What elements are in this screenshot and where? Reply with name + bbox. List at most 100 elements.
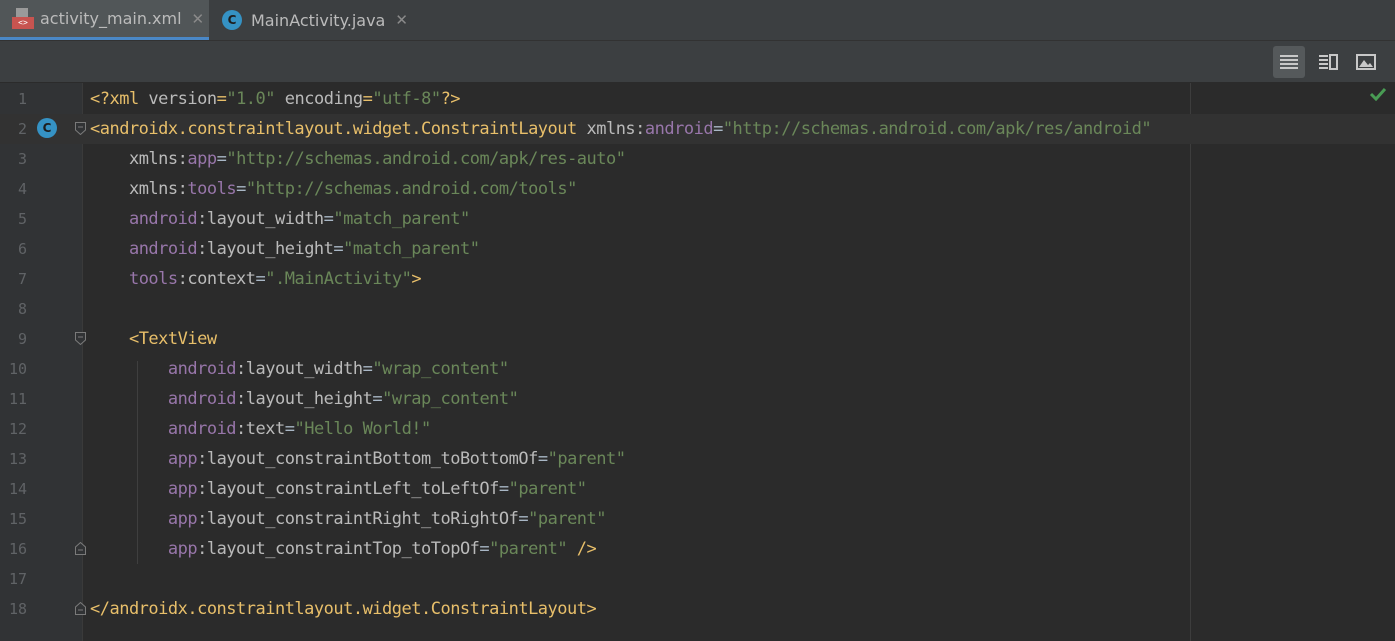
- design-view-icon: [1356, 54, 1376, 70]
- code-text: xmlns:tools="http://schemas.android.com/…: [90, 174, 577, 204]
- code-token: >: [411, 269, 422, 289]
- code-line[interactable]: 1 <?xml version="1.0" encoding="utf-8"?>: [0, 84, 1395, 114]
- code-token: :layout_constraintTop_toTopOf: [197, 539, 480, 559]
- code-token: "wrap_content": [372, 359, 509, 379]
- code-line[interactable]: 11 android:layout_height="wrap_content": [0, 384, 1395, 414]
- code-token: =: [362, 89, 373, 109]
- code-line[interactable]: 9 <TextView: [0, 324, 1395, 354]
- code-token: =: [498, 479, 509, 499]
- editor-toolbar: [0, 41, 1395, 83]
- code-token: android: [128, 239, 198, 259]
- line-number: 7: [17, 270, 27, 288]
- code-text: app:layout_constraintTop_toTopOf="parent…: [90, 534, 597, 564]
- line-number: 8: [17, 300, 27, 318]
- fold-close-icon[interactable]: [75, 602, 86, 615]
- code-token: "wrap_content": [382, 389, 519, 409]
- code-token: =: [518, 509, 529, 529]
- close-icon[interactable]: ✕: [395, 11, 408, 29]
- code-line[interactable]: 14 app:layout_constraintLeft_toLeftOf="p…: [0, 474, 1395, 504]
- code-token: "match_parent": [333, 209, 470, 229]
- related-class-icon[interactable]: C: [37, 118, 57, 138]
- xml-file-icon: <>: [12, 7, 34, 30]
- editor-tab-bar: <> activity_main.xml ✕ C MainActivity.ja…: [0, 0, 1395, 41]
- code-line[interactable]: 12 android:text="Hello World!": [0, 414, 1395, 444]
- code-view-button[interactable]: [1273, 46, 1305, 78]
- code-token: encoding: [284, 89, 363, 109]
- close-icon[interactable]: ✕: [192, 10, 205, 28]
- code-editor[interactable]: 1 <?xml version="1.0" encoding="utf-8"?> 2…: [0, 83, 1395, 641]
- code-line[interactable]: 8: [0, 294, 1395, 324]
- fold-open-icon[interactable]: [75, 332, 86, 345]
- code-text: app:layout_constraintRight_toRightOf="pa…: [90, 504, 607, 534]
- code-token: </androidx.constraintlayout.widget.Const…: [90, 599, 597, 619]
- line-number: 15: [8, 510, 27, 528]
- split-view-icon: [1319, 54, 1338, 70]
- code-token: />: [567, 539, 597, 559]
- code-token: :layout_height: [236, 389, 373, 409]
- line-number: 9: [17, 330, 27, 348]
- code-text: <androidx.constraintlayout.widget.Constr…: [90, 114, 1152, 144]
- code-text: xmlns:app="http://schemas.android.com/ap…: [90, 144, 626, 174]
- code-line[interactable]: 4 xmlns:tools="http://schemas.android.co…: [0, 174, 1395, 204]
- code-token: :layout_constraintRight_toRightOf: [197, 509, 519, 529]
- code-token: android: [128, 209, 198, 229]
- code-line[interactable]: 6 android:layout_height="match_parent": [0, 234, 1395, 264]
- code-token: =: [216, 149, 227, 169]
- code-line[interactable]: 10 android:layout_width="wrap_content": [0, 354, 1395, 384]
- line-number: 3: [17, 150, 27, 168]
- code-token: =: [479, 539, 490, 559]
- tab-label: MainActivity.java: [251, 10, 386, 30]
- tab-activity-main-xml[interactable]: <> activity_main.xml ✕: [0, 0, 209, 40]
- code-text: app:layout_constraintLeft_toLeftOf="pare…: [90, 474, 587, 504]
- code-token: "1.0": [226, 89, 276, 109]
- split-view-button[interactable]: [1312, 46, 1344, 78]
- code-token: android: [644, 119, 714, 139]
- line-number: 16: [8, 540, 27, 558]
- line-number: 1: [17, 90, 27, 108]
- code-token: app: [167, 449, 198, 469]
- code-token: =: [323, 209, 334, 229]
- code-token: "parent": [528, 509, 607, 529]
- code-line[interactable]: 18 </androidx.constraintlayout.widget.Con…: [0, 594, 1395, 624]
- code-token: xmlns:: [128, 149, 188, 169]
- tab-main-activity-java[interactable]: C MainActivity.java ✕: [209, 0, 419, 40]
- code-token: "utf-8": [372, 89, 441, 109]
- tab-label: activity_main.xml: [40, 9, 182, 28]
- code-token: xmlns:: [128, 179, 188, 199]
- code-text: <?xml version="1.0" encoding="utf-8"?>: [90, 84, 461, 114]
- code-line[interactable]: 5 android:layout_width="match_parent": [0, 204, 1395, 234]
- fold-open-icon[interactable]: [75, 122, 86, 135]
- code-line[interactable]: 16 app:layout_constraintTop_toTopOf="par…: [0, 534, 1395, 564]
- line-number: 14: [8, 480, 27, 498]
- code-token: "Hello World!": [294, 419, 431, 439]
- code-token: "parent": [489, 539, 568, 559]
- code-token: =: [216, 89, 227, 109]
- code-token: app: [167, 479, 198, 499]
- fold-close-icon[interactable]: [75, 542, 86, 555]
- code-token: ".MainActivity": [265, 269, 412, 289]
- code-token: app: [187, 149, 217, 169]
- code-line[interactable]: 13 app:layout_constraintBottom_toBottomO…: [0, 444, 1395, 474]
- code-line[interactable]: 15 app:layout_constraintRight_toRightOf=…: [0, 504, 1395, 534]
- code-line[interactable]: 7 tools:context=".MainActivity">: [0, 264, 1395, 294]
- code-token: app: [167, 539, 198, 559]
- line-number: 5: [17, 210, 27, 228]
- code-line[interactable]: 3 xmlns:app="http://schemas.android.com/…: [0, 144, 1395, 174]
- line-number: 17: [8, 570, 27, 588]
- code-token: =: [713, 119, 723, 139]
- java-class-icon: C: [222, 10, 242, 30]
- code-text: <TextView: [90, 324, 217, 354]
- code-token: "match_parent": [343, 239, 480, 259]
- design-view-button[interactable]: [1350, 46, 1382, 78]
- code-token: "http://schemas.android.com/apk/res-auto…: [226, 149, 626, 169]
- code-line[interactable]: 2 C <androidx.constraintlayout.widget.Cons…: [0, 114, 1395, 144]
- code-line[interactable]: 17: [0, 564, 1395, 594]
